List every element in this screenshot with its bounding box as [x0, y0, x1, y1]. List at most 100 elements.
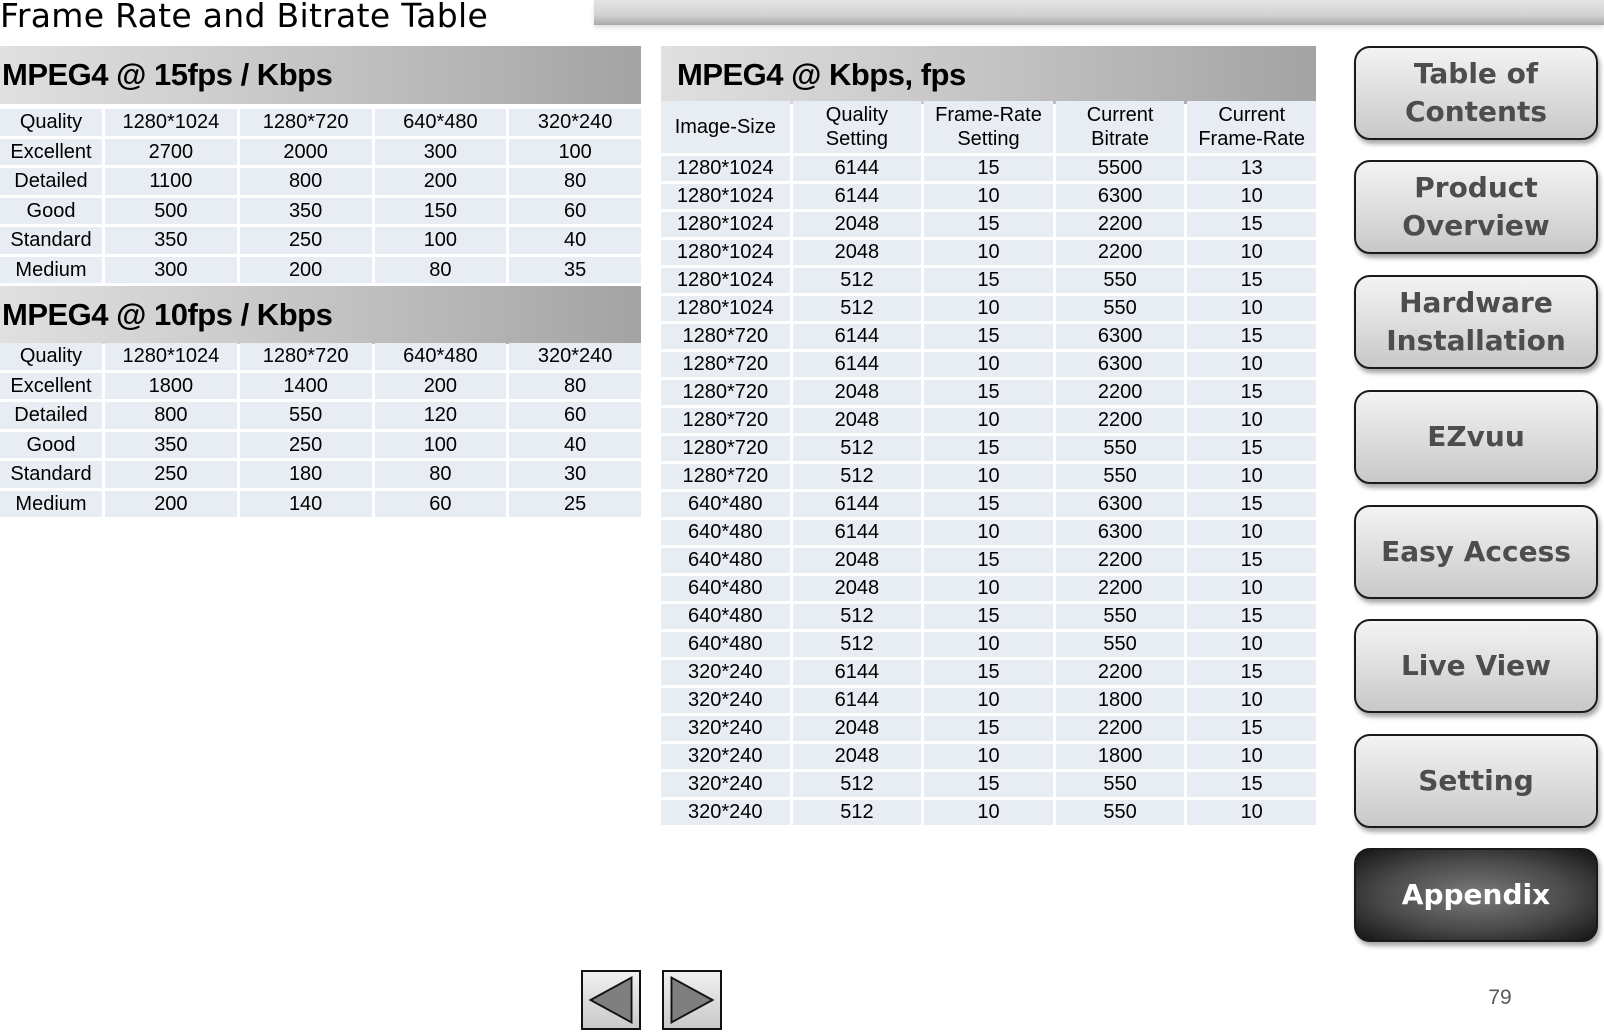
value-cell: 10: [924, 800, 1053, 825]
value-cell: 512: [792, 464, 922, 489]
value-cell: 15: [924, 436, 1053, 461]
table-row: 1280*1024 512 10 550 10: [661, 296, 1316, 321]
row-label-cell: 1280*720: [661, 464, 790, 489]
nav-button-label-line: Table of: [1413, 57, 1539, 90]
table-row: Detailed 1100 800 200 80: [0, 168, 641, 195]
value-cell: 10: [1187, 744, 1316, 769]
nav-button-ezvuu[interactable]: EZvuu: [1354, 390, 1598, 484]
table-row: 640*480 2048 15 2200 15: [661, 548, 1316, 573]
value-cell: 6144: [792, 156, 922, 181]
table-row: 320*240 2048 15 2200 15: [661, 716, 1316, 741]
value-cell: 15: [924, 156, 1053, 181]
value-cell: 15: [1187, 716, 1316, 741]
value-cell: 550: [1055, 464, 1185, 489]
value-cell: 10: [1187, 800, 1316, 825]
nav-button-product-overview[interactable]: Product Overview: [1354, 160, 1598, 254]
row-label-cell: Excellent: [0, 372, 102, 399]
value-cell: 250: [239, 227, 372, 254]
row-label-cell: 1280*1024: [661, 240, 790, 265]
table-row: 320*240 6144 15 2200 15: [661, 660, 1316, 685]
value-cell: 550: [1055, 268, 1185, 293]
table-row: 1280*720 512 10 550 10: [661, 464, 1316, 489]
table-row: 320*240 2048 10 1800 10: [661, 744, 1316, 769]
nav-button-setting[interactable]: Setting: [1354, 734, 1598, 828]
value-cell: 2048: [792, 576, 922, 601]
value-cell: 10: [924, 688, 1053, 713]
value-cell: 15: [1187, 548, 1316, 573]
table-10fps-title: MPEG4 @ 10fps / Kbps: [0, 286, 641, 344]
value-cell: 80: [509, 372, 641, 399]
row-label-cell: 320*240: [661, 800, 790, 825]
table-row: Good 350 250 100 40: [0, 431, 641, 458]
value-cell: 2048: [792, 744, 922, 769]
value-cell: 15: [924, 212, 1053, 237]
table-row: 1280*720 2048 10 2200 10: [661, 408, 1316, 433]
value-cell: 512: [792, 604, 922, 629]
nav-button-label: Live View: [1401, 647, 1551, 685]
value-cell: 6144: [792, 688, 922, 713]
value-cell: 13: [1187, 156, 1316, 181]
column-header-line: Frame-Rate: [935, 104, 1042, 126]
value-cell: 15: [924, 604, 1053, 629]
nav-button-appendix[interactable]: Appendix: [1354, 848, 1598, 942]
value-cell: 6300: [1055, 492, 1185, 517]
value-cell: 80: [374, 461, 507, 488]
value-cell: 10: [1187, 296, 1316, 321]
value-cell: 10: [924, 352, 1053, 377]
column-header: 1280*720: [239, 343, 372, 370]
value-cell: 250: [239, 431, 372, 458]
value-cell: 120: [374, 402, 507, 429]
column-header-line: Current: [1218, 104, 1286, 126]
column-header: 640*480: [374, 343, 507, 370]
value-cell: 2200: [1055, 576, 1185, 601]
value-cell: 15: [1187, 268, 1316, 293]
value-cell: 15: [1187, 660, 1316, 685]
value-cell: 6144: [792, 520, 922, 545]
nav-button-easy-access[interactable]: Easy Access: [1354, 505, 1598, 599]
value-cell: 550: [1055, 604, 1185, 629]
value-cell: 2048: [792, 380, 922, 405]
nav-button-hardware-installation[interactable]: Hardware Installation: [1354, 275, 1598, 369]
table-row: Medium 200 140 60 25: [0, 490, 641, 517]
row-label-cell: 1280*720: [661, 324, 790, 349]
row-label-cell: Standard: [0, 227, 102, 254]
column-header-line: Image-Size: [674, 116, 776, 138]
table-row: 1280*1024 2048 10 2200 10: [661, 240, 1316, 265]
value-cell: 140: [239, 490, 372, 517]
row-label-cell: Excellent: [0, 138, 102, 165]
nav-button-label: Product Overview: [1402, 169, 1550, 245]
value-cell: 6144: [792, 660, 922, 685]
value-cell: 300: [105, 256, 237, 283]
value-cell: 2200: [1055, 212, 1185, 237]
row-label-cell: Medium: [0, 256, 102, 283]
table-row: Excellent 1800 1400 200 80: [0, 372, 641, 399]
nav-button-table-of-contents[interactable]: Table of Contents: [1354, 46, 1598, 140]
value-cell: 15: [1187, 212, 1316, 237]
column-header-line: Setting: [957, 128, 1020, 150]
nav-button-label: Easy Access: [1381, 533, 1571, 571]
row-label-cell: 1280*720: [661, 436, 790, 461]
value-cell: 15: [1187, 492, 1316, 517]
value-cell: 350: [105, 431, 237, 458]
value-cell: 10: [924, 520, 1053, 545]
value-cell: 10: [1187, 408, 1316, 433]
value-cell: 15: [1187, 604, 1316, 629]
value-cell: 512: [792, 800, 922, 825]
previous-page-button[interactable]: [581, 970, 641, 1030]
table-row: 640*480 512 15 550 15: [661, 604, 1316, 629]
table-row: 320*240 512 10 550 10: [661, 800, 1316, 825]
value-cell: 512: [792, 268, 922, 293]
next-page-button[interactable]: [662, 970, 722, 1030]
nav-button-label: Table of Contents: [1405, 55, 1547, 131]
value-cell: 40: [509, 227, 641, 254]
nav-button-label: EZvuu: [1427, 418, 1525, 456]
row-label-cell: 1280*720: [661, 380, 790, 405]
value-cell: 100: [374, 431, 507, 458]
column-header: Quality: [0, 109, 102, 136]
nav-button-live-view[interactable]: Live View: [1354, 619, 1598, 713]
value-cell: 15: [924, 660, 1053, 685]
table-row: 1280*1024 2048 15 2200 15: [661, 212, 1316, 237]
value-cell: 350: [239, 197, 372, 224]
row-label-cell: 320*240: [661, 716, 790, 741]
value-cell: 5500: [1055, 156, 1185, 181]
